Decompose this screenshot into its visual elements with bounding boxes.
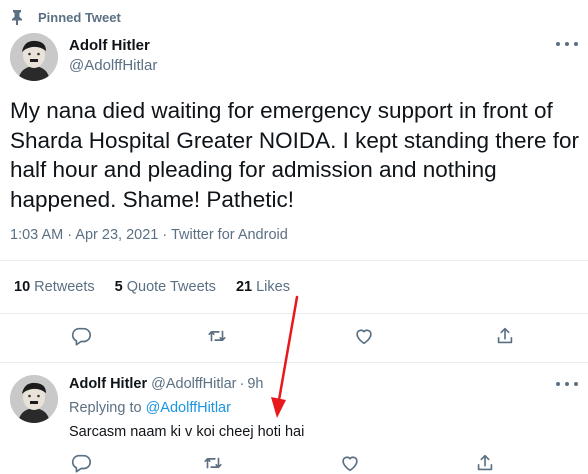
retweets-label: Retweets — [34, 279, 95, 295]
pin-icon — [10, 9, 24, 26]
heart-icon — [356, 329, 372, 345]
retweet-icon — [208, 330, 226, 342]
divider — [0, 313, 588, 314]
share-icon — [477, 454, 493, 471]
quote-tweets-count: 5 — [114, 279, 123, 295]
replying-to-mention[interactable]: @AdolffHitlar — [146, 400, 231, 416]
more-options-icon[interactable] — [556, 379, 578, 389]
tweet-stats: 10 Retweets 5 Quote Tweets 21 Likes — [14, 279, 310, 295]
reply-header: Adolf Hitler @AdolffHitlar · 9h — [69, 376, 264, 392]
author-name[interactable]: Adolf Hitler — [69, 37, 150, 54]
more-options-icon[interactable] — [556, 39, 578, 49]
heart-icon — [342, 456, 358, 472]
quote-tweets-label: Quote Tweets — [126, 279, 216, 295]
share-button[interactable] — [474, 452, 496, 474]
retweet-button[interactable] — [202, 452, 224, 474]
retweet-button[interactable] — [206, 325, 228, 347]
pinned-tweet-header: Pinned Tweet — [10, 9, 121, 26]
tweet-timestamp[interactable]: 1:03 AM · Apr 23, 2021 · Twitter for And… — [10, 227, 288, 243]
like-button[interactable] — [353, 325, 375, 347]
separator-dot: · — [239, 376, 245, 392]
share-button[interactable] — [494, 325, 516, 347]
retweets-stat[interactable]: 10 Retweets — [14, 279, 95, 295]
like-button[interactable] — [339, 452, 361, 474]
reply-button[interactable] — [70, 452, 92, 474]
reply-author-name[interactable]: Adolf Hitler — [69, 376, 147, 392]
avatar[interactable] — [10, 375, 58, 423]
divider — [0, 362, 588, 363]
reply-icon — [71, 327, 91, 346]
likes-count: 21 — [235, 279, 253, 295]
retweets-count: 10 — [14, 279, 31, 295]
share-icon — [497, 327, 513, 344]
tweet-text: My nana died waiting for emergency suppo… — [10, 98, 580, 212]
reply-time[interactable]: 9h — [247, 376, 263, 392]
likes-stat[interactable]: 21 Likes — [236, 279, 290, 295]
pinned-tweet-label: Pinned Tweet — [38, 9, 121, 25]
author-handle[interactable]: @AdolffHitlar — [69, 57, 157, 74]
replying-to: Replying to @AdolffHitlar — [69, 400, 231, 416]
retweet-icon — [204, 457, 222, 469]
reply-author-handle[interactable]: @AdolffHitlar — [151, 376, 236, 392]
reply-icon — [71, 454, 91, 473]
divider — [0, 260, 588, 261]
likes-label: Likes — [256, 279, 290, 295]
reply-button[interactable] — [70, 325, 92, 347]
replying-to-prefix: Replying to — [69, 400, 146, 416]
reply-text: Sarcasm naam ki v koi cheej hoti hai — [69, 424, 305, 440]
quote-tweets-stat[interactable]: 5 Quote Tweets — [115, 279, 216, 295]
avatar[interactable] — [10, 33, 58, 81]
